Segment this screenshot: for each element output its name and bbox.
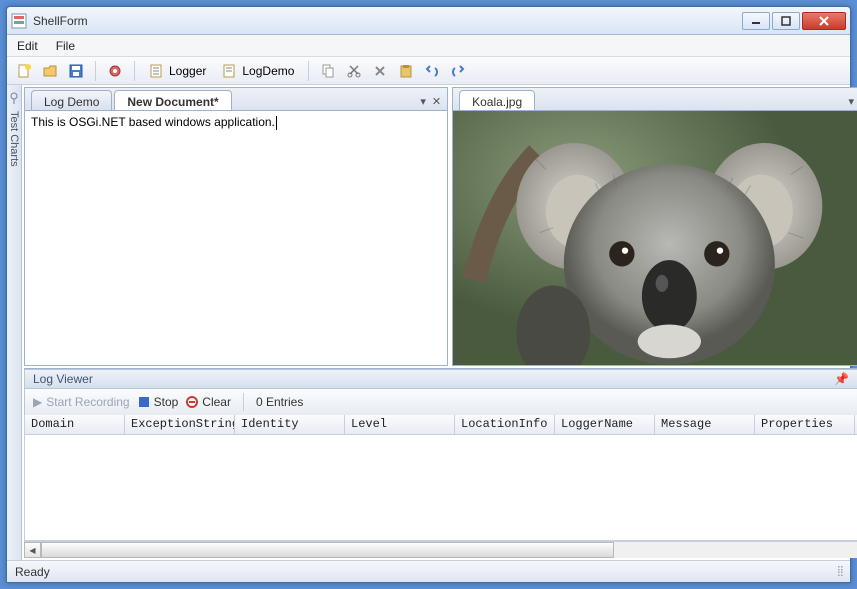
image-pane: Koala.jpg ▾ ✕ [452,87,857,366]
tab-new-document[interactable]: New Document* [114,90,231,110]
clear-icon [186,396,198,408]
pin-icon [7,91,21,105]
col-level[interactable]: Level [345,415,455,434]
tab-menu-icon[interactable]: ▾ [848,95,854,108]
log-viewer-title: Log Viewer [33,372,93,386]
entries-count: 0 Entries [256,395,303,409]
menu-bar: Edit File [7,35,850,57]
app-icon [11,13,27,29]
pin-icon[interactable]: 📌 [834,372,849,386]
side-tab-label: Test Charts [8,111,20,167]
clear-button[interactable]: Clear [186,395,231,409]
play-icon: ▶ [33,395,42,409]
log-viewer-header[interactable]: Log Viewer 📌 ✕ [24,369,857,389]
log-viewer-toolbar: ▶ Start Recording Stop Clear 0 Entries [24,389,857,415]
tab-koala[interactable]: Koala.jpg [459,90,535,110]
title-bar[interactable]: ShellForm [7,7,850,35]
image-tabstrip: Koala.jpg ▾ ✕ [453,88,857,110]
log-grid-body[interactable] [24,435,857,541]
plugin-button[interactable] [104,60,126,82]
start-recording-button[interactable]: ▶ Start Recording [33,395,130,409]
col-location[interactable]: LocationInfo [455,415,555,434]
col-logger[interactable]: LoggerName [555,415,655,434]
logdemo-label: LogDemo [242,64,294,78]
tab-menu-icon[interactable]: ▾ [420,95,426,108]
col-message[interactable]: Message [655,415,755,434]
col-identity[interactable]: Identity [235,415,345,434]
copy-button[interactable] [317,60,339,82]
scroll-left-arrow[interactable]: ◀ [24,542,41,558]
logger-button[interactable]: Logger [143,60,212,82]
editor-tabstrip: Log Demo New Document* ▾ ✕ [25,88,447,110]
window-title: ShellForm [33,14,742,28]
editor-body[interactable]: This is OSGi.NET based windows applicati… [25,110,447,365]
logdemo-button[interactable]: LogDemo [216,60,300,82]
toolbar: Logger LogDemo [7,57,850,85]
side-tab-test-charts[interactable]: Test Charts [7,85,22,560]
delete-button[interactable] [369,60,391,82]
image-viewer[interactable] [453,111,857,365]
cut-button[interactable] [343,60,365,82]
paste-button[interactable] [395,60,417,82]
menu-file[interactable]: File [56,39,75,53]
minimize-button[interactable] [742,12,770,30]
stop-button[interactable]: Stop [138,395,179,409]
horizontal-scrollbar[interactable]: ◀ ▶ [24,541,857,558]
log-viewer-panel: Log Viewer 📌 ✕ ▶ Start Recording Stop [24,368,857,558]
save-button[interactable] [65,60,87,82]
scroll-track[interactable] [41,542,857,558]
status-text: Ready [15,565,50,579]
log-grid-header[interactable]: Domain ExceptionString Identity Level Lo… [24,415,857,435]
undo-button[interactable] [421,60,443,82]
tab-close-icon[interactable]: ✕ [432,95,441,108]
stop-icon [138,396,150,408]
scroll-thumb[interactable] [41,542,614,558]
col-domain[interactable]: Domain [25,415,125,434]
resize-grip[interactable]: ⣿ [837,566,842,577]
app-window: ShellForm Edit File Logger LogDemo [6,6,851,583]
editor-text: This is OSGi.NET based windows applicati… [31,115,275,129]
menu-edit[interactable]: Edit [17,39,38,53]
new-button[interactable] [13,60,35,82]
tab-log-demo[interactable]: Log Demo [31,90,112,110]
logger-label: Logger [169,64,206,78]
redo-button[interactable] [447,60,469,82]
text-cursor [276,116,277,130]
work-area: Test Charts Log Demo New Document* ▾ ✕ [7,85,850,560]
close-button[interactable] [802,12,846,30]
col-exception[interactable]: ExceptionString [125,415,235,434]
col-properties[interactable]: Properties [755,415,855,434]
maximize-button[interactable] [772,12,800,30]
status-bar: Ready ⣿ [7,560,850,582]
open-button[interactable] [39,60,61,82]
editor-pane: Log Demo New Document* ▾ ✕ This is OSGi.… [24,87,448,366]
